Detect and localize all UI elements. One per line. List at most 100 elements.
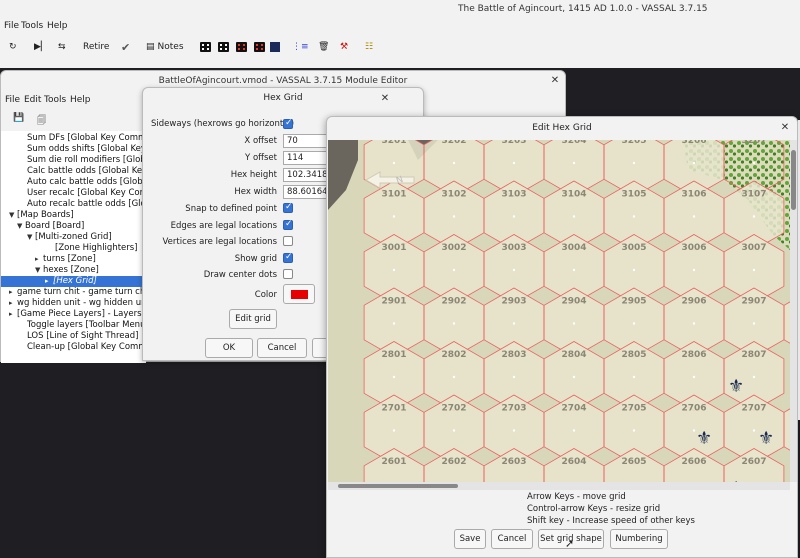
trash-icon[interactable]: 🗑 <box>318 39 329 55</box>
hex-center-dot <box>392 375 396 379</box>
save-as-icon[interactable]: 🗐 <box>37 113 46 129</box>
tree-item[interactable]: LOS [Line of Sight Thread] <box>19 331 138 342</box>
tree-item[interactable]: ▸ turns [Zone] <box>35 254 96 265</box>
tree-item[interactable]: ▼ Board [Board] <box>17 221 84 232</box>
x-offset-field[interactable]: 70 <box>283 134 327 148</box>
hex-height-field[interactable]: 102.34181 <box>283 168 327 182</box>
grid-color-swatch <box>291 290 308 299</box>
tree-item[interactable]: ▸ [Game Piece Layers] - Layers <box>9 309 142 320</box>
menu-tools[interactable]: Tools <box>21 21 43 31</box>
component-tree[interactable]: Sum DFs [Global Key Comman Sum odds shift… <box>1 131 146 363</box>
collapse-icon[interactable]: ▼ <box>17 221 25 232</box>
map-vertical-scrollbar[interactable] <box>790 140 797 482</box>
grid-color-button[interactable] <box>283 284 315 304</box>
map-horizontal-scrollbar[interactable] <box>328 482 790 490</box>
list-icon[interactable]: ☷ <box>365 39 373 55</box>
numbering-button[interactable]: Numbering <box>610 529 668 549</box>
tree-item[interactable]: ▸ [Hex Grid] <box>1 276 146 287</box>
tree-item[interactable]: ▸ wg hidden unit - wg hidden uni <box>9 298 146 309</box>
dice-icon[interactable] <box>200 39 211 55</box>
red-dice-2-icon[interactable] <box>254 39 265 55</box>
redo-icon[interactable]: ↻ <box>9 39 17 55</box>
tree-item[interactable]: Sum die roll modifiers [Global <box>19 155 146 166</box>
menu-file[interactable]: File <box>4 21 19 31</box>
sideways-checkbox[interactable] <box>283 118 293 129</box>
y-offset-label: Y offset <box>245 153 277 163</box>
tree-item[interactable]: Auto calc battle odds [Global K <box>19 177 146 188</box>
hex-grid-close-icon[interactable]: ✕ <box>379 93 391 105</box>
hex-center-dot <box>752 375 756 379</box>
hex-number: 2805 <box>621 350 646 360</box>
y-offset-field[interactable]: 114 <box>283 151 327 165</box>
collapse-icon[interactable]: ▼ <box>35 265 43 276</box>
tree-item[interactable]: Sum DFs [Global Key Comman <box>19 133 146 144</box>
editor-menu-file[interactable]: File <box>5 95 20 105</box>
collapse-icon[interactable]: ▼ <box>9 210 17 221</box>
collapse-icon[interactable]: ▼ <box>27 232 35 243</box>
retire-button[interactable]: Retire <box>83 39 109 55</box>
tree-item[interactable]: ▼ [Multi-zoned Grid] <box>27 232 112 243</box>
edit-hex-cancel-button[interactable]: Cancel <box>491 529 533 549</box>
hammer-icon[interactable]: ⚒ <box>340 39 348 55</box>
tree-item[interactable]: ▼ hexes [Zone] <box>35 265 99 276</box>
tree-item[interactable]: ▼ [Map Boards] <box>9 210 74 221</box>
notes-button[interactable]: ▤ Notes <box>146 39 184 55</box>
hex-number: 3004 <box>561 243 586 253</box>
hex-map[interactable]: 3201 3202 3203 3204 3205 3206 3207 3101 3102 3103… <box>328 140 790 482</box>
editor-menu-tools[interactable]: Tools <box>44 95 66 105</box>
tree-item[interactable]: Auto recalc battle odds [Glob <box>19 199 146 210</box>
hex-width-field[interactable]: 88.601648 <box>283 185 327 199</box>
save-button[interactable]: Save <box>454 529 486 549</box>
tree-item[interactable]: ▸ game turn chit - game turn chi <box>9 287 146 298</box>
dice-2-icon[interactable] <box>218 39 229 55</box>
hex-number: 2702 <box>441 404 466 414</box>
flip-arrows-icon[interactable]: ⇆ <box>58 39 66 55</box>
tree-item[interactable]: Sum odds shifts [Global Key Co <box>19 144 146 155</box>
tree-item[interactable]: Calc battle odds [Global Key C <box>19 166 146 177</box>
check-icon[interactable]: ✔ <box>121 39 130 55</box>
square-icon[interactable] <box>270 39 280 55</box>
expand-icon[interactable]: ▸ <box>45 276 53 287</box>
hex-number: 2904 <box>561 297 586 307</box>
hex-cancel-button[interactable]: Cancel <box>257 338 307 358</box>
hex-number: 2602 <box>441 457 466 467</box>
tree-item[interactable]: User recalc [Global Key Comm <box>19 188 146 199</box>
tree-item-label: Clean-up [Global Key Comman <box>27 342 146 352</box>
hex-center-dot <box>572 161 576 165</box>
draw-dots-checkbox[interactable] <box>283 269 293 279</box>
snap-checkbox[interactable] <box>283 202 293 213</box>
show-grid-checkbox[interactable] <box>283 252 293 263</box>
save-icon[interactable]: 💾 <box>13 113 24 123</box>
hex-center-dot <box>692 161 696 165</box>
editor-menu-help[interactable]: Help <box>70 95 91 105</box>
expand-icon[interactable]: ▸ <box>9 309 17 320</box>
menu-help[interactable]: Help <box>47 21 68 31</box>
tree-item[interactable]: Toggle layers [Toolbar Menu] <box>19 320 146 331</box>
edit-grid-button[interactable]: Edit grid <box>229 309 277 329</box>
tree-item-label: [Multi-zoned Grid] <box>35 232 112 242</box>
expand-icon[interactable]: ▸ <box>9 287 17 298</box>
expand-icon[interactable]: ▸ <box>9 298 17 309</box>
show-grid-label: Show grid <box>234 254 277 264</box>
map-view[interactable]: 3201 3202 3203 3204 3205 3206 3207 3101 3102 3103… <box>328 140 790 482</box>
edit-hex-close-icon[interactable]: ✕ <box>779 122 791 134</box>
tree-item-label: Sum DFs [Global Key Comman <box>27 133 146 143</box>
ok-button[interactable]: OK <box>205 338 253 358</box>
hex-center-dot <box>692 322 696 325</box>
hex-number: 2701 <box>381 404 406 414</box>
vertices-checkbox[interactable] <box>283 236 293 246</box>
expand-icon[interactable]: ▸ <box>35 254 43 265</box>
tree-item-label: LOS [Line of Sight Thread] <box>27 331 139 341</box>
hex-number: 2907 <box>741 297 766 307</box>
tree-item[interactable]: Clean-up [Global Key Comman <box>19 342 146 353</box>
tree-icon[interactable]: ⋮≡ <box>292 39 309 55</box>
hex-center-dot <box>452 161 456 165</box>
edges-checkbox[interactable] <box>283 219 293 230</box>
tree-item[interactable]: [Zone Highlighters] <box>47 243 138 254</box>
help-line-1: Arrow Keys - move grid <box>527 492 626 502</box>
edit-hex-grid-window: Edit Hex Grid ✕ 3201 3202 3203 3204 3205 3206… <box>326 116 798 558</box>
red-dice-icon[interactable] <box>236 39 247 55</box>
step-forward-icon[interactable]: ▶▏ <box>34 39 48 55</box>
editor-menu-edit[interactable]: Edit <box>24 95 41 105</box>
editor-close-icon[interactable]: ✕ <box>549 75 561 87</box>
